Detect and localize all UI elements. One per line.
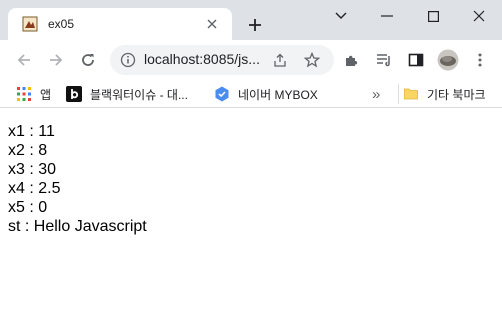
bookmarks-bar: 앱 블랙워터이슈 - 대... 네이버 MYBOX » 기타 북마크: [0, 80, 502, 108]
output-line: x1 : 11: [8, 123, 55, 140]
folder-icon: [404, 88, 418, 100]
reload-button[interactable]: [76, 48, 100, 72]
bookmark-blackwater[interactable]: 블랙워터이슈 - 대...: [66, 84, 188, 104]
bookmark-label: 네이버 MYBOX: [238, 87, 318, 102]
menu-icon[interactable]: [468, 48, 492, 72]
bookmarks-overflow-button[interactable]: »: [372, 84, 380, 104]
favicon-icon: [22, 16, 38, 32]
url-text: localhost:8085/js...: [144, 51, 260, 67]
overflow-chevron-icon: »: [372, 85, 381, 103]
output-line: x4 : 2.5: [8, 180, 61, 197]
bookmark-naver-mybox[interactable]: 네이버 MYBOX: [214, 84, 318, 104]
extensions-icon[interactable]: [340, 48, 364, 72]
bookmark-label: 블랙워터이슈 - 대...: [90, 87, 188, 102]
tab-strip: ex05: [0, 0, 502, 40]
maximize-button[interactable]: [410, 0, 456, 32]
other-bookmarks[interactable]: 기타 북마크: [398, 84, 486, 104]
tab-close-icon[interactable]: [204, 16, 220, 32]
reading-list-icon[interactable]: [372, 48, 396, 72]
output-line: x3 : 30: [8, 161, 57, 178]
blackwater-logo-icon: [66, 86, 82, 102]
forward-button[interactable]: [44, 48, 68, 72]
address-bar[interactable]: localhost:8085/js...: [110, 45, 334, 75]
minimize-button[interactable]: [364, 0, 410, 32]
tab-title: ex05: [48, 17, 75, 31]
other-bookmarks-label: 기타 북마크: [427, 87, 486, 102]
bookmark-label: 앱: [40, 87, 52, 102]
browser-tab[interactable]: ex05: [8, 8, 232, 40]
browser-toolbar: localhost:8085/js...: [0, 40, 502, 80]
output-line: x2 : 8: [8, 142, 48, 159]
output-line: x5 : 0: [8, 199, 48, 216]
apps-grid-icon: [17, 87, 31, 101]
tab-search-chevron-icon[interactable]: [318, 0, 364, 32]
share-icon[interactable]: [270, 50, 290, 70]
back-button[interactable]: [12, 48, 36, 72]
close-window-button[interactable]: [456, 0, 502, 32]
bookmark-star-icon[interactable]: [302, 50, 322, 70]
output-line: st : Hello Javascript: [8, 218, 147, 235]
side-panel-icon[interactable]: [404, 48, 428, 72]
mybox-icon: [215, 86, 229, 102]
bookmark-apps[interactable]: 앱: [16, 84, 51, 104]
new-tab-button[interactable]: [244, 14, 266, 36]
profile-avatar[interactable]: [436, 48, 460, 72]
page-content: x1 : 11 x2 : 8 x3 : 30 x4 : 2.5 x5 : 0 s…: [8, 122, 147, 236]
site-info-icon[interactable]: [118, 50, 138, 70]
